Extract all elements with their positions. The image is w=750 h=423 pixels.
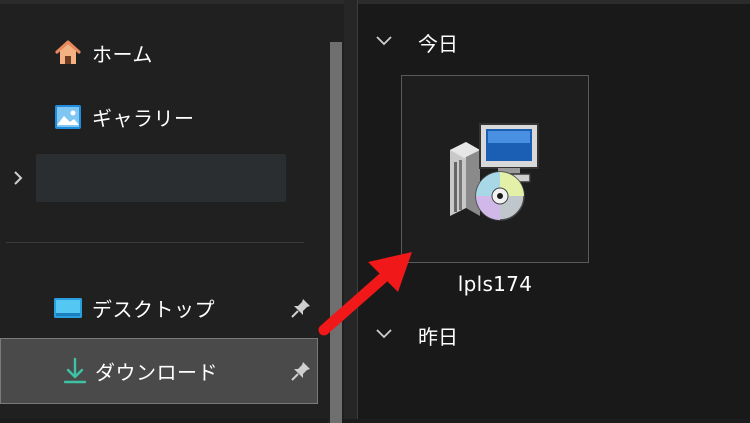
group-label: 今日 (418, 32, 458, 56)
redacted-item (36, 154, 286, 202)
file-list-pane: 今日 lpls174 昨日 (358, 4, 750, 419)
sidebar-item-label: ダウンロード (95, 360, 218, 385)
installer-icon (450, 123, 539, 221)
sidebar-item-desktop[interactable]: デスクトップ (0, 285, 320, 331)
home-icon (55, 40, 81, 64)
gallery-icon (55, 105, 81, 129)
sidebar-item-home[interactable]: ホーム (0, 30, 320, 76)
scrollbar-thumb[interactable] (330, 42, 342, 423)
sidebar-item-label: デスクトップ (92, 297, 215, 322)
chevron-right-icon[interactable] (10, 168, 26, 188)
sidebar-item-label: ホーム (92, 42, 153, 67)
pin-icon[interactable] (290, 297, 312, 319)
pin-icon[interactable] (290, 360, 312, 382)
desktop-folder-icon (54, 298, 82, 318)
download-icon (63, 357, 87, 384)
group-header-yesterday[interactable]: 昨日 (372, 319, 572, 351)
sidebar-item-label: ギャラリー (92, 106, 195, 131)
group-header-today[interactable]: 今日 (372, 26, 572, 58)
sidebar-item-gallery[interactable]: ギャラリー (0, 94, 320, 140)
chevron-down-icon (376, 36, 392, 46)
chevron-down-icon (376, 329, 392, 339)
sidebar-item-downloads[interactable]: ダウンロード (0, 338, 318, 404)
sidebar-divider (6, 242, 304, 243)
navigation-pane: ホーム ギャラリー デスクトップ ダウンロード (0, 4, 344, 423)
file-name[interactable]: lpls174 (396, 272, 594, 296)
group-label: 昨日 (418, 325, 458, 349)
pane-splitter[interactable] (344, 0, 358, 419)
file-item[interactable] (401, 75, 589, 263)
